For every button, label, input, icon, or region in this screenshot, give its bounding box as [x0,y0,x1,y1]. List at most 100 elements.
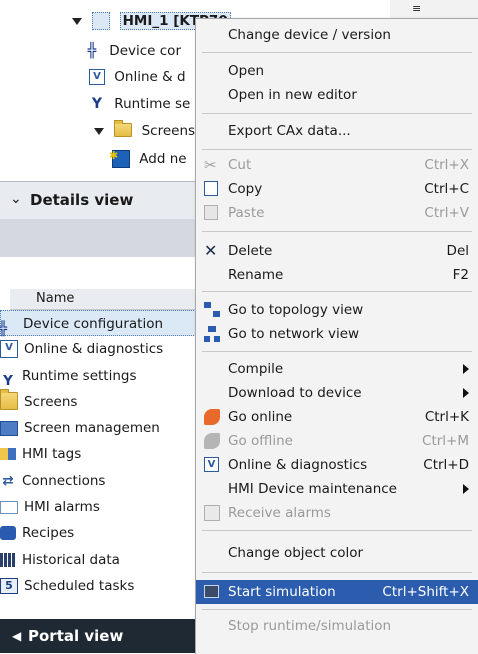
menu-item-label: Online & diagnostics [228,457,368,473]
menu-change-color[interactable]: Change object color [196,541,478,565]
tree-item-online-diag[interactable]: V Online & d [89,66,186,88]
menu-separator [202,113,472,114]
diagnostics-icon: V [89,69,105,85]
tree-item-runtime[interactable]: Y Runtime se [89,93,190,115]
expand-arrow-icon[interactable] [72,17,82,25]
list-item-label: Recipes [22,525,75,542]
menu-open-new-editor[interactable]: Open in new editor [196,83,478,107]
menu-item-label: Copy [228,181,263,197]
menu-separator [202,52,472,53]
menu-shortcut: Del [446,243,469,259]
menu-item-label: Delete [228,243,273,259]
list-icon[interactable]: ≡ [412,2,421,15]
menu-shortcut: Ctrl+M [422,433,469,449]
calendar-icon: 5 [0,577,18,594]
network-icon [204,326,220,342]
menu-item-label: Compile [228,361,284,377]
menu-paste[interactable]: Paste Ctrl+V [196,201,478,225]
list-item-label: Device configuration [23,316,164,332]
menu-item-label: Receive alarms [228,505,331,521]
list-item-label: Online & diagnostics [24,341,164,358]
menu-topology-view[interactable]: Go to topology view [196,298,478,322]
menu-shortcut: Ctrl+X [424,157,469,173]
tree-item-device-config[interactable]: ╬ Device cor [84,40,181,62]
menu-separator [202,609,472,610]
list-item-label: Screens [24,393,78,410]
list-item-label: Connections [22,472,106,489]
arrow-left-icon: ◀ [12,629,22,643]
menu-item-label: Open [228,63,265,79]
copy-icon [204,181,218,196]
list-item-label: HMI tags [22,446,82,463]
menu-delete[interactable]: ✕ Delete Del [196,239,478,263]
menu-separator [202,351,472,352]
submenu-arrow-icon [463,484,469,494]
menu-stop-simulation[interactable]: Stop runtime/simulation [196,614,478,638]
menu-start-simulation[interactable]: Start simulation Ctrl+Shift+X [196,580,478,604]
menu-shortcut: Ctrl+C [424,181,469,197]
menu-shortcut: Ctrl+Shift+X [382,584,469,600]
expand-arrow-icon[interactable] [94,127,104,135]
menu-item-label: Start simulation [228,584,336,600]
delete-x-icon: ✕ [204,241,218,260]
chevron-down-icon[interactable]: ⌄ [10,191,22,207]
screen-management-icon [0,420,18,436]
historical-data-icon [0,552,16,567]
tree-item-label: Device cor [109,43,181,59]
menu-item-label: Change device / version [228,27,391,43]
context-menu: Change device / version Open Open in new… [195,18,478,654]
menu-item-label: Go to topology view [228,302,364,318]
portal-view-label: Portal view [28,627,124,645]
wrench-icon: Y [3,372,13,389]
menu-item-label: Stop runtime/simulation [228,618,392,634]
menu-copy[interactable]: Copy Ctrl+C [196,177,478,201]
folder-icon [0,388,18,410]
menu-separator [202,530,472,531]
topology-icon [204,302,220,318]
menu-shortcut: Ctrl+D [423,457,469,473]
menu-item-label: Download to device [228,385,362,401]
menu-change-device[interactable]: Change device / version [196,23,478,47]
menu-cut[interactable]: ✂ Cut Ctrl+X [196,153,478,177]
menu-item-label: Cut [228,157,252,173]
diagnostics-icon: V [0,340,18,359]
device-config-icon: ╬ [87,43,97,59]
menu-compile[interactable]: Compile [196,357,478,381]
menu-open[interactable]: Open [196,59,478,83]
go-online-icon [204,409,220,425]
column-header-label: Name [36,291,75,306]
menu-receive-alarms[interactable]: Receive alarms [196,501,478,525]
menu-download[interactable]: Download to device [196,381,478,405]
device-config-icon: ╬ [0,321,8,337]
menu-go-offline[interactable]: Go offline Ctrl+M [196,429,478,453]
tree-item-add-screen[interactable]: Add ne [109,145,187,170]
menu-export-cax[interactable]: Export CAx data... [196,119,478,143]
menu-item-label: Change object color [228,545,364,561]
paste-icon [204,205,218,220]
connections-icon: ⇄ [2,472,14,489]
menu-shortcut: Ctrl+V [424,205,469,221]
wrench-icon: Y [91,96,103,112]
tree-header-right: ≡ [390,0,478,18]
hmi-tags-icon [0,448,16,461]
menu-separator [202,291,472,292]
menu-separator [202,572,472,573]
menu-item-label: Paste [228,205,265,221]
go-offline-icon [204,433,220,449]
folder-icon [114,120,133,137]
menu-item-label: HMI Device maintenance [228,481,397,497]
menu-online-diagnostics[interactable]: V Online & diagnostics Ctrl+D [196,453,478,477]
submenu-arrow-icon [463,388,469,398]
menu-rename[interactable]: Rename F2 [196,263,478,287]
menu-item-label: Open in new editor [228,87,357,103]
tree-item-label: Screens [141,123,196,139]
menu-network-view[interactable]: Go to network view [196,322,478,346]
checkbox-icon [204,505,220,521]
menu-go-online[interactable]: Go online Ctrl+K [196,405,478,429]
menu-item-label: Go online [228,409,293,425]
list-item-label: Historical data [22,551,120,568]
list-item-label: Screen managemen [24,420,160,437]
tree-item-screens[interactable]: Screens [94,120,195,142]
monitor-icon [204,585,219,598]
menu-hmi-maintenance[interactable]: HMI Device maintenance [196,477,478,501]
